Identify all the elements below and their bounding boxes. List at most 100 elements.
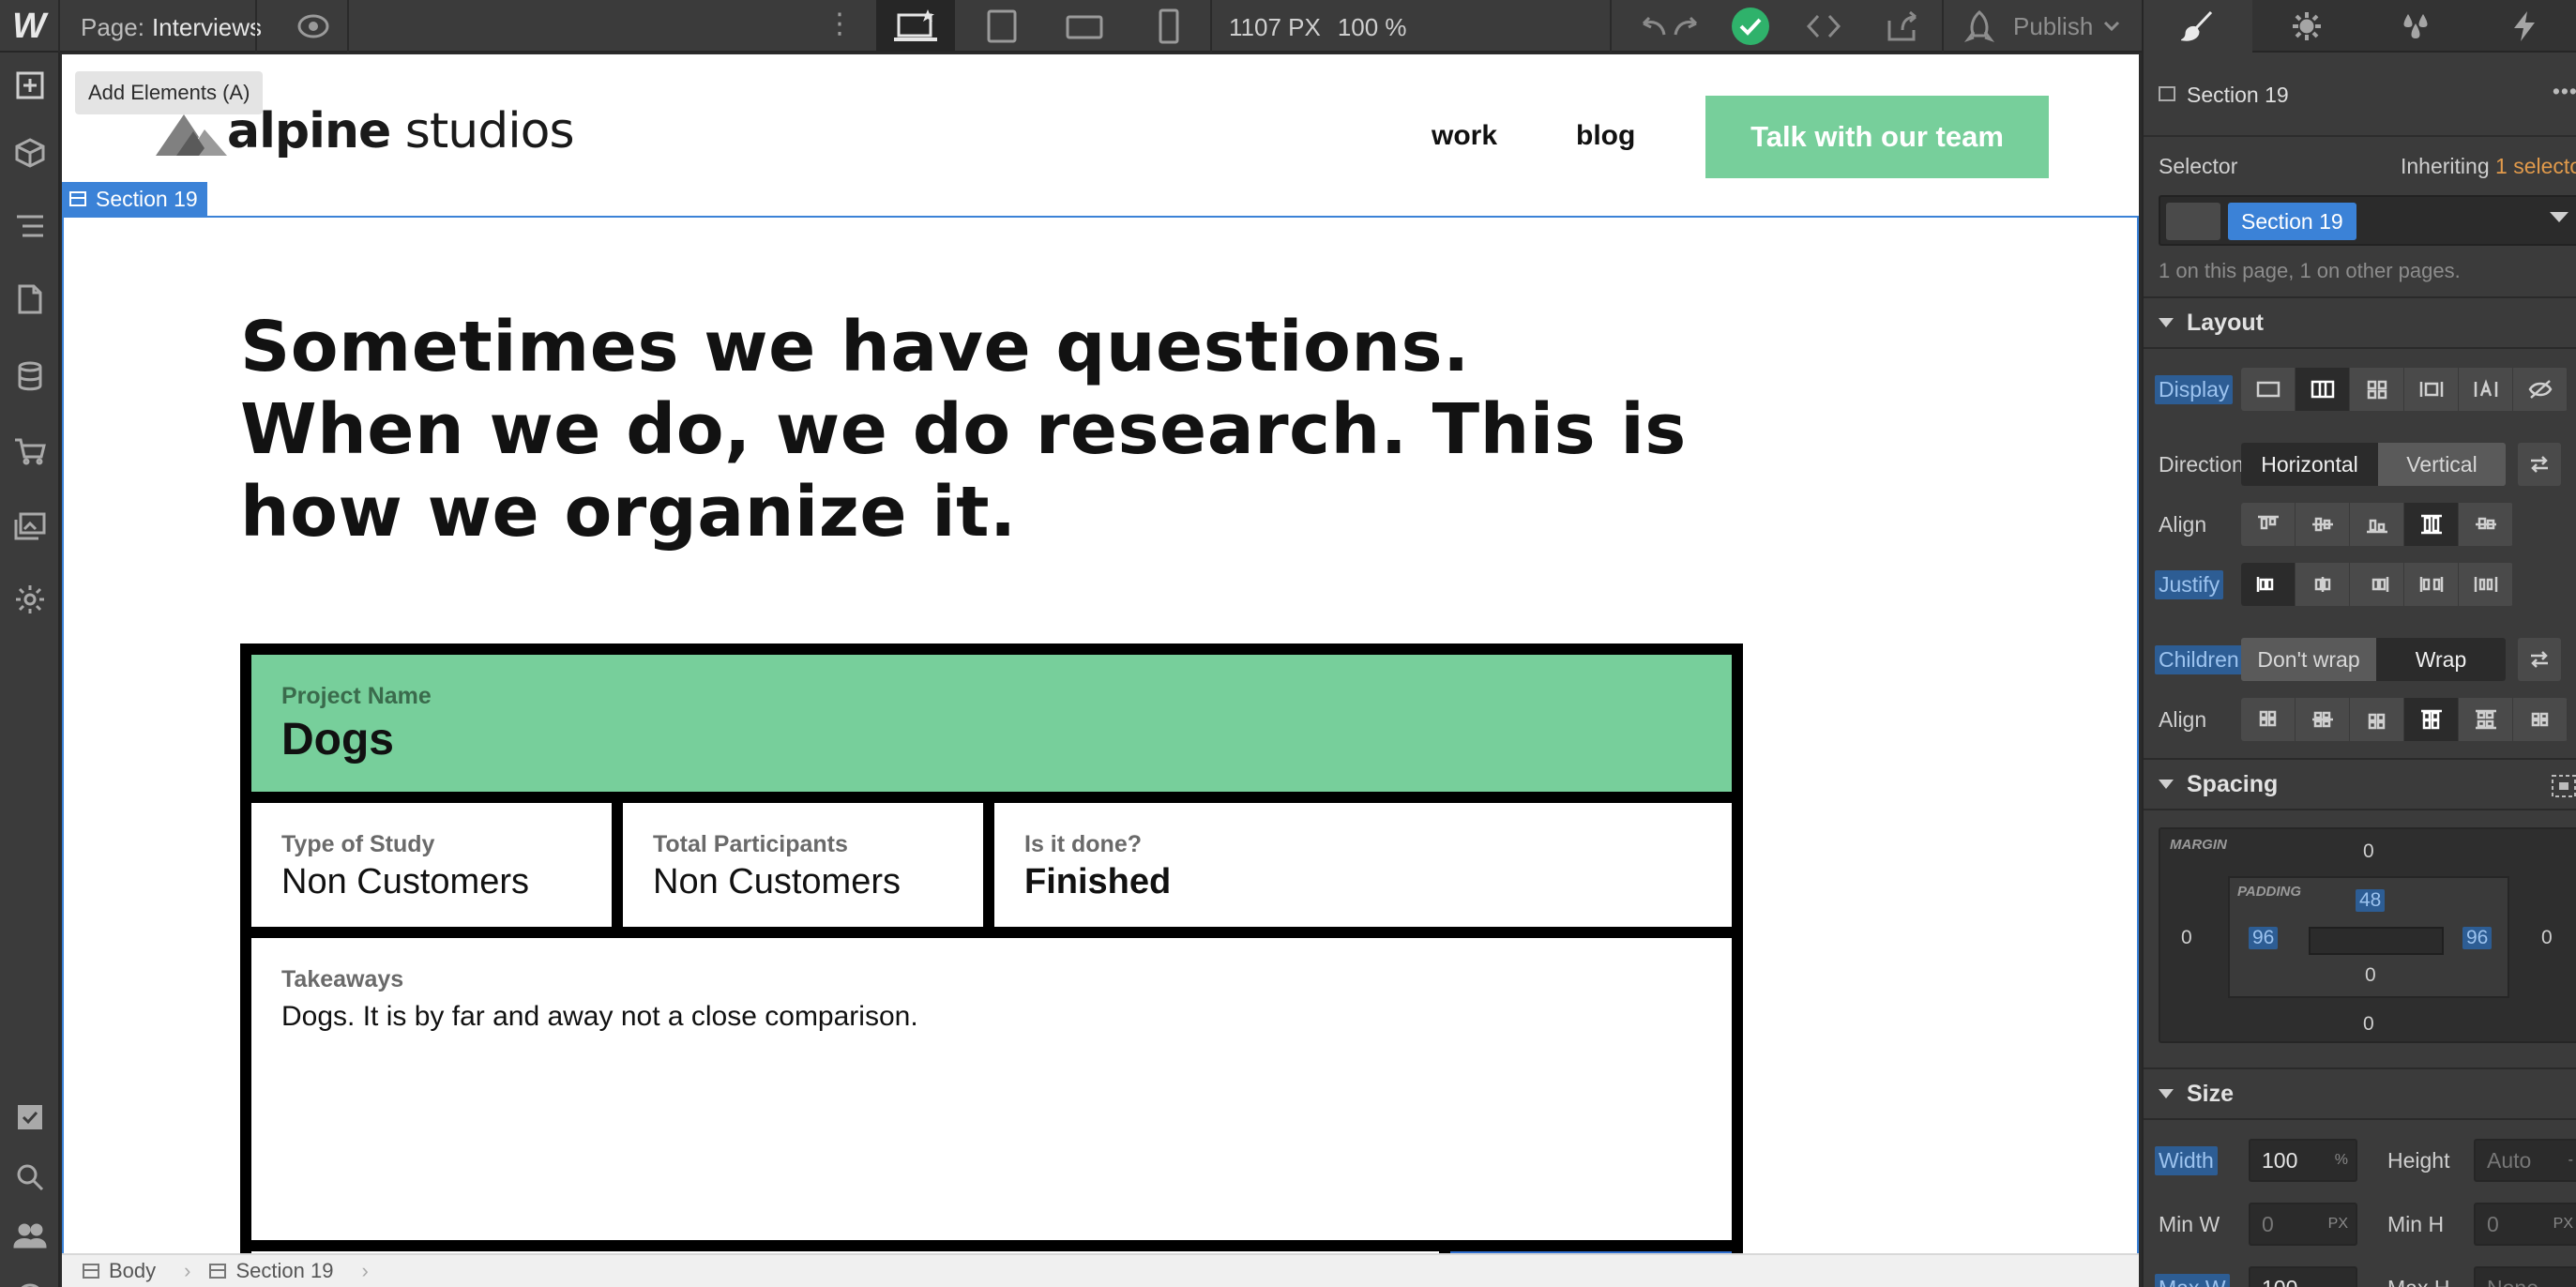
breadcrumb-body[interactable]: Body [83, 1259, 156, 1283]
margin-top-value[interactable]: 0 [2363, 840, 2374, 863]
ecommerce-cart-icon[interactable] [0, 418, 60, 484]
padding-bottom-value[interactable]: 0 [2365, 964, 2376, 987]
help-icon[interactable] [0, 1264, 60, 1287]
nav-link-work[interactable]: work [1432, 120, 1497, 152]
align-start-icon[interactable] [2241, 503, 2296, 546]
style-manager-drops-icon[interactable] [2361, 0, 2470, 53]
height-unit[interactable]: - [2568, 1152, 2573, 1169]
justify-center-icon[interactable] [2296, 563, 2350, 606]
breadcrumb-body-label: Body [109, 1259, 157, 1282]
audit-checklist-icon[interactable] [0, 1084, 60, 1150]
redo-icon[interactable] [1657, 0, 1717, 53]
align-content-stretch-icon[interactable] [2404, 698, 2459, 741]
height-input[interactable]: Auto - [2474, 1139, 2576, 1182]
width-input[interactable]: 100% [2249, 1139, 2357, 1182]
saved-check-icon[interactable] [1720, 0, 1780, 53]
max-height-input[interactable]: None [2474, 1266, 2576, 1287]
inheriting-info[interactable]: Inheriting 1 selector [2401, 154, 2576, 179]
align-content-end-icon[interactable] [2350, 698, 2404, 741]
desktop-breakpoint-icon[interactable] [876, 0, 955, 53]
tablet-breakpoint-icon[interactable] [962, 0, 1041, 53]
page-selector[interactable]: Page: Interviews [81, 13, 262, 42]
selector-field[interactable]: Section 19 [2159, 195, 2576, 246]
padding-top-value[interactable]: 48 [2356, 889, 2386, 912]
justify-space-around-icon[interactable] [2459, 563, 2513, 606]
align-content-center-icon[interactable] [2296, 698, 2350, 741]
talk-with-team-button[interactable]: Talk with our team [1705, 96, 2049, 178]
nav-link-blog[interactable]: blog [1576, 120, 1635, 152]
direction-horizontal-option[interactable]: Horizontal [2241, 443, 2378, 486]
type-of-study-cell[interactable]: Type of Study Non Customers [251, 803, 612, 927]
add-elements-icon[interactable] [0, 53, 60, 118]
selector-mode-icon[interactable] [2166, 203, 2220, 240]
assets-images-icon[interactable] [0, 493, 60, 559]
search-icon[interactable] [0, 1144, 60, 1210]
code-export-icon[interactable] [1794, 0, 1854, 53]
webflow-logo[interactable]: W [0, 0, 60, 53]
margin-right-value[interactable]: 0 [2541, 927, 2553, 949]
share-icon[interactable] [1872, 0, 1932, 53]
display-grid-icon[interactable] [2350, 368, 2404, 411]
selector-chip[interactable]: Section 19 [2228, 203, 2356, 240]
max-width-input[interactable]: 100 [2249, 1266, 2357, 1287]
pages-icon[interactable] [0, 266, 60, 332]
cms-database-icon[interactable] [0, 343, 60, 409]
navigator-icon[interactable] [0, 193, 60, 259]
takeaways-cell[interactable]: Takeaways Dogs. It is by far and away no… [251, 938, 1732, 1240]
dont-wrap-option[interactable]: Don't wrap [2241, 638, 2376, 681]
display-inline-text-icon[interactable] [2459, 368, 2513, 411]
min-width-unit[interactable]: PX [2328, 1216, 2348, 1233]
spacing-box-toggle-icon[interactable] [2550, 773, 2576, 799]
align-content-space-around-icon[interactable] [2513, 698, 2568, 741]
style-brush-icon[interactable] [2144, 0, 2252, 53]
justify-space-between-icon[interactable] [2404, 563, 2459, 606]
align-stretch-icon[interactable] [2404, 503, 2459, 546]
more-vertical-icon[interactable]: ⋮ [826, 8, 854, 40]
padding-right-value[interactable]: 96 [2462, 927, 2493, 949]
margin-bottom-value[interactable]: 0 [2363, 1013, 2374, 1036]
size-section-header[interactable]: Size [2144, 1067, 2576, 1120]
display-inline-block-icon[interactable] [2404, 368, 2459, 411]
display-block-icon[interactable] [2241, 368, 2296, 411]
mobile-portrait-breakpoint-icon[interactable] [1129, 0, 1208, 53]
layout-section-header[interactable]: Layout [2144, 296, 2576, 349]
is-done-cell[interactable]: Is it done? Finished [994, 803, 1732, 927]
element-settings-gear-icon[interactable] [2252, 0, 2361, 53]
display-flex-icon[interactable] [2296, 368, 2350, 411]
spacing-section-header[interactable]: Spacing [2144, 758, 2576, 810]
project-name-cell[interactable]: Project Name Dogs [251, 655, 1732, 792]
padding-left-value[interactable]: 96 [2249, 927, 2279, 949]
margin-left-value[interactable]: 0 [2181, 927, 2192, 949]
align-end-icon[interactable] [2350, 503, 2404, 546]
total-participants-cell[interactable]: Total Participants Non Customers [623, 803, 983, 927]
selected-element-tag[interactable]: Section 19 [62, 182, 207, 216]
align-baseline-icon[interactable] [2459, 503, 2513, 546]
justify-start-icon[interactable] [2241, 563, 2296, 606]
reverse-direction-icon[interactable] [2518, 443, 2561, 486]
interactions-lightning-icon[interactable] [2470, 0, 2576, 53]
research-card[interactable]: Project Name Dogs Type of Study Non Cust… [240, 644, 1743, 1253]
publish-button[interactable]: Publish [1942, 0, 2142, 53]
min-height-unit[interactable]: PX [2553, 1216, 2573, 1233]
display-none-icon[interactable] [2513, 368, 2568, 411]
min-height-input[interactable]: 0 PX [2474, 1203, 2576, 1246]
symbols-cube-icon[interactable] [0, 120, 60, 186]
mobile-landscape-breakpoint-icon[interactable] [1045, 0, 1124, 53]
justify-end-icon[interactable] [2350, 563, 2404, 606]
design-canvas[interactable]: alpine studios work blog Talk with our t… [62, 54, 2139, 1253]
breadcrumb-section[interactable]: Section 19 [209, 1259, 333, 1283]
users-icon[interactable] [0, 1203, 60, 1268]
width-unit[interactable]: % [2335, 1152, 2348, 1169]
align-center-icon[interactable] [2296, 503, 2350, 546]
direction-vertical-option[interactable]: Vertical [2378, 443, 2506, 486]
align-content-start-icon[interactable] [2241, 698, 2296, 741]
chevron-down-icon[interactable] [2550, 212, 2568, 222]
min-width-input[interactable]: 0 PX [2249, 1203, 2357, 1246]
wrap-option[interactable]: Wrap [2376, 638, 2506, 681]
preview-eye-icon[interactable] [295, 9, 332, 43]
reverse-wrap-icon[interactable] [2518, 638, 2561, 681]
settings-gear-icon[interactable] [0, 567, 60, 632]
page-headline[interactable]: Sometimes we have questions. When we do,… [240, 306, 1704, 553]
more-options-icon[interactable]: ••• [2553, 79, 2576, 104]
align-content-space-between-icon[interactable] [2459, 698, 2513, 741]
